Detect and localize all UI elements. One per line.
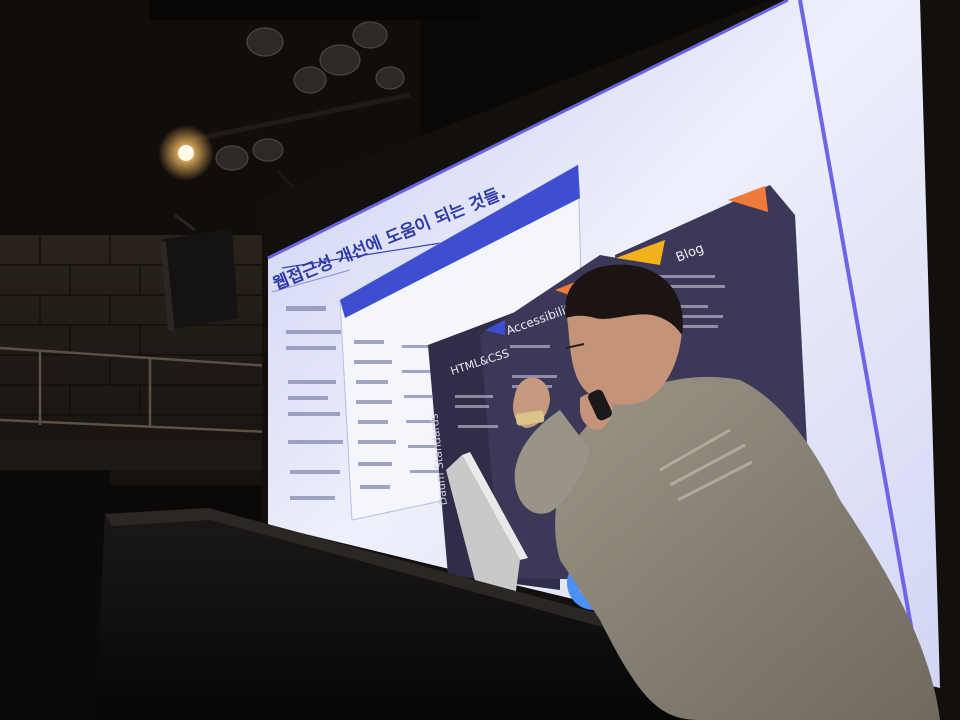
lower-left-shadow	[0, 470, 110, 720]
scene-svg: 웹접근성 개선에 도움이 되는 것들. HTML&CSS Accessibili…	[0, 0, 960, 720]
balcony-floor	[0, 440, 270, 470]
photo-scene: 웹접근성 개선에 도움이 되는 것들. HTML&CSS Accessibili…	[0, 0, 960, 720]
